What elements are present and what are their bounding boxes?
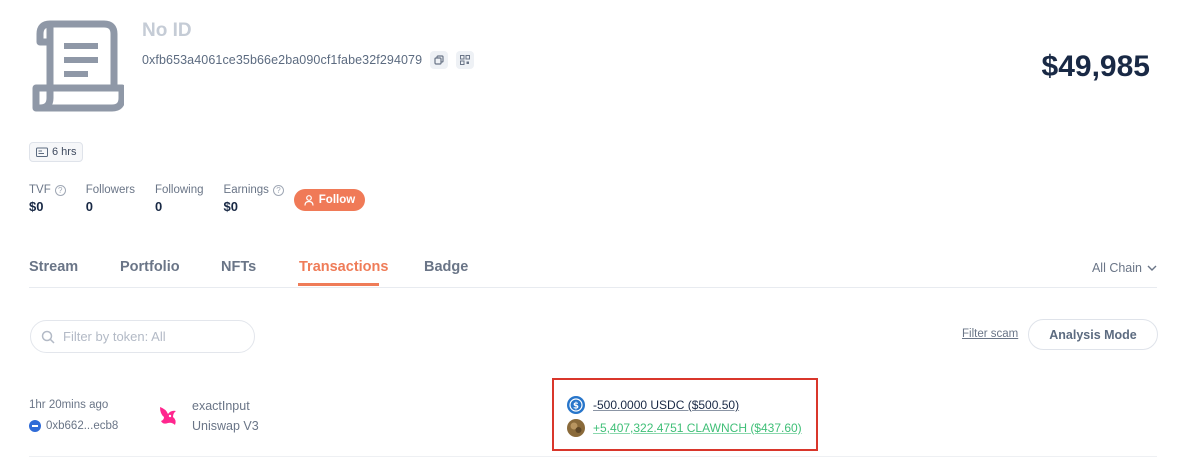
search-icon [41,330,55,344]
contract-avatar-icon [30,18,126,114]
clawnch-token-icon [567,419,585,437]
stat-label: Earnings [223,184,269,196]
sent-amount[interactable]: -500.0000 USDC ($500.50) [593,398,739,412]
stat-value: 0 [85,199,93,214]
stat-label: Followers [85,184,135,196]
profile-stats: TVF? $0 Followers 0 Following 0 Earnings… [29,184,304,214]
stat-value: 0 [154,199,163,214]
tx-protocol: Uniswap V3 [192,419,259,433]
token-change-sent: $ -500.0000 USDC ($500.50) [567,396,739,414]
chevron-down-icon [1147,265,1157,271]
copy-icon[interactable] [430,51,449,69]
tab-stream[interactable]: Stream [29,259,78,275]
chain-select-label: All Chain [1091,261,1142,275]
profile-tabs: Stream Portfolio NFTs Transactions Badge… [29,252,1157,288]
stat-value: $0 [29,199,44,214]
analysis-mode-button[interactable]: Analysis Mode [1028,319,1158,350]
tx-from-address: 0xb662...ecb8 [46,420,119,432]
tab-transactions[interactable]: Transactions [299,259,388,275]
table-row[interactable]: 1hr 20mins ago 0xb662...ecb8 exactInput … [29,378,1157,457]
wallet-age-badge: 6 hrs [29,142,84,162]
tx-from[interactable]: 0xb662...ecb8 [29,420,118,432]
token-change-received: +5,407,322.4751 CLAWNCH ($437.60) [567,419,802,437]
tab-badge[interactable]: Badge [424,259,468,275]
uniswap-unicorn-icon [157,404,179,428]
tx-method: exactInput [192,399,250,413]
stat-followers[interactable]: Followers 0 [86,184,135,214]
total-balance: $49,985 [1041,50,1150,83]
stat-tvf: TVF? $0 [29,184,66,214]
stat-earnings: Earnings? $0 [224,184,284,214]
qr-code-icon[interactable] [456,51,475,69]
token-filter[interactable] [30,320,255,353]
stat-label: Following [154,184,204,196]
filter-scam-link[interactable]: Filter scam [962,328,1018,340]
usdc-icon: $ [567,396,585,414]
stat-label: TVF [29,184,51,196]
wallet-address: 0xfb653a4061ce35b66e2ba090cf1fabe32f2940… [142,53,423,67]
tx-time: 1hr 20mins ago [29,399,109,411]
calendar-icon [36,147,48,157]
active-tab-indicator [298,283,379,286]
received-amount[interactable]: +5,407,322.4751 CLAWNCH ($437.60) [593,421,802,435]
tab-nfts[interactable]: NFTs [221,259,256,275]
stat-value: $0 [223,199,238,214]
chain-icon [29,420,41,432]
token-filter-input[interactable] [63,329,243,344]
highlight-box [552,378,818,451]
help-icon[interactable]: ? [272,184,284,196]
stat-following[interactable]: Following 0 [155,184,204,214]
wallet-age-text: 6 hrs [52,146,77,158]
tab-portfolio[interactable]: Portfolio [120,259,180,275]
chain-select[interactable]: All Chain [1092,261,1157,275]
address-row: 0xfb653a4061ce35b66e2ba090cf1fabe32f2940… [142,51,475,69]
follow-button[interactable]: Follow [294,189,365,211]
svg-text:$: $ [573,401,579,411]
help-icon[interactable]: ? [54,184,66,196]
follow-label: Follow [318,194,356,206]
profile-name: No ID [142,20,192,41]
user-icon [304,194,314,206]
